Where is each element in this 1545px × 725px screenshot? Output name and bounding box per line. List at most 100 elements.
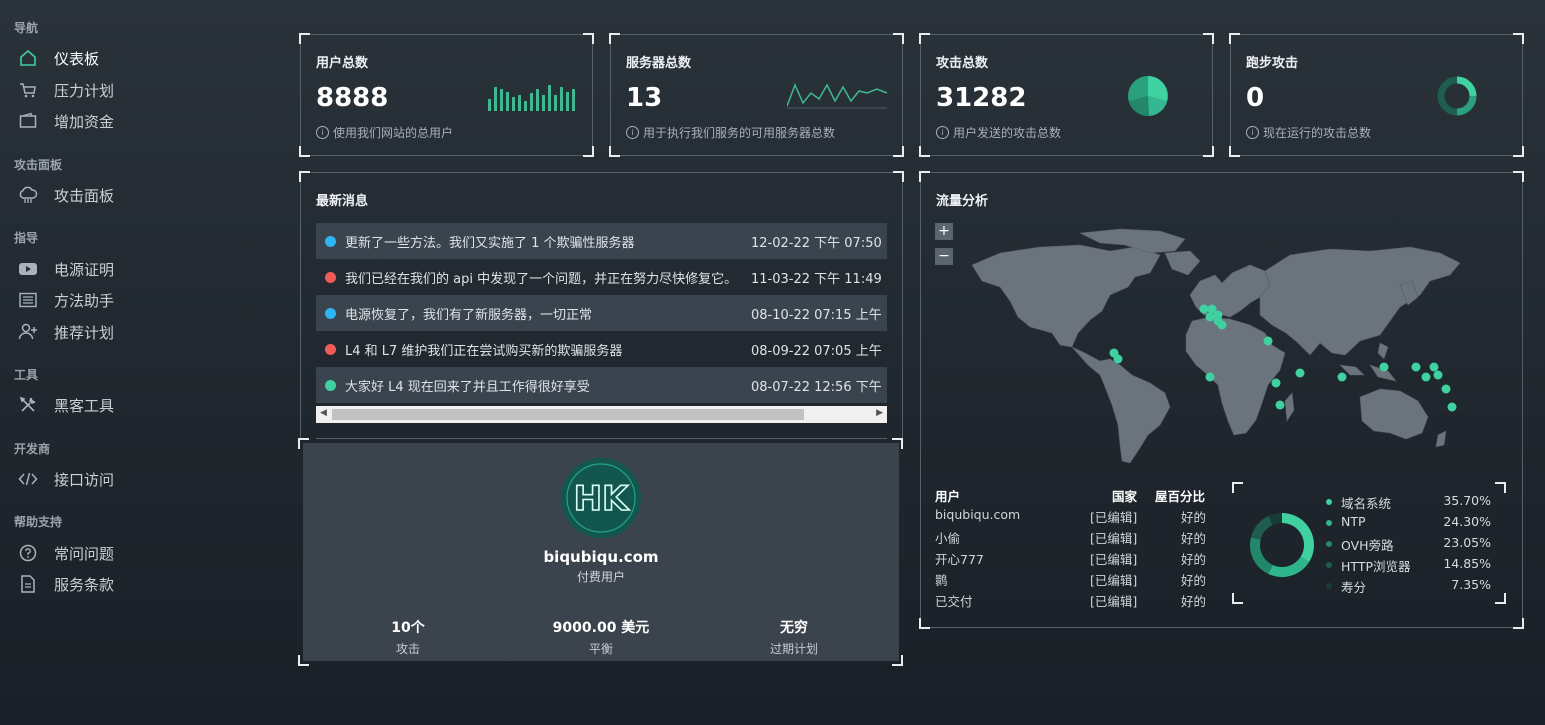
stat-title: 服务器总数	[626, 56, 692, 71]
sidebar-item-power-proof[interactable]: 电源证明	[14, 256, 274, 282]
legend-item: NTP 24.30%	[1326, 514, 1491, 534]
stat-card-running-attacks: 跑步攻击 0 i 现在运行的攻击总数	[1229, 33, 1524, 157]
sidebar-item-label: 仪表板	[54, 49, 100, 68]
zoom-in-button[interactable]: +	[935, 223, 953, 240]
scrollbar-thumb[interactable]	[332, 409, 804, 420]
news-item[interactable]: 我们已经在我们的 api 中发现了一个问题，并正在努力尽快修复它。 11-03-…	[316, 259, 887, 295]
scroll-left-icon[interactable]: ◀	[320, 408, 327, 418]
document-icon	[14, 574, 42, 594]
news-panel: 最新消息 更新了一些方法。我们又实施了 1 个欺骗性服务器 12-02-22 下…	[299, 171, 904, 439]
sidebar-section-title: 帮助支持	[14, 515, 63, 529]
sidebar-item-referral[interactable]: 推荐计划	[14, 319, 274, 345]
legend-item: HTTP浏览器 14.85%	[1326, 556, 1491, 576]
sidebar-section-title: 开发商	[14, 442, 51, 456]
sidebar-item-hacker-tools[interactable]: 黑客工具	[14, 392, 274, 418]
info-icon: i	[1246, 126, 1259, 139]
status-dot	[325, 379, 336, 391]
status-dot	[325, 307, 336, 319]
stat-card-attacks: 攻击总数 31282 i 用户发送的攻击总数	[919, 33, 1214, 157]
news-item[interactable]: 大家好 L4 现在回来了并且工作得很好享受 08-07-22 12:56 下午	[316, 367, 887, 403]
stat-description: i 使用我们网站的总用户	[316, 124, 453, 141]
donut-slice	[1268, 556, 1310, 577]
profile-name: biqubiqu.com	[543, 548, 659, 566]
news-item[interactable]: 更新了一些方法。我们又实施了 1 个欺骗性服务器 12-02-22 下午 07:…	[316, 223, 887, 259]
sidebar-section-title: 攻击面板	[14, 158, 63, 172]
profile-stat-expiry: 无穷 过期计划	[769, 620, 818, 656]
sidebar-item-attack-panel[interactable]: 攻击面板	[14, 182, 274, 208]
bar-sparkline-chart	[488, 85, 575, 111]
stat-description: i 用户发送的攻击总数	[936, 124, 1061, 141]
profile-type: 付费用户	[576, 570, 625, 584]
sidebar-item-label: 黑客工具	[54, 396, 115, 415]
scroll-right-icon[interactable]: ▶	[876, 408, 883, 418]
table-header: 用户 国家 屋百分比	[935, 489, 1206, 504]
profile-stat-balance: 9000.00 美元 平衡	[552, 620, 650, 656]
sidebar-item-method-helper[interactable]: 方法助手	[14, 287, 274, 313]
stat-title: 攻击总数	[936, 56, 989, 71]
stat-title: 跑步攻击	[1246, 56, 1299, 71]
wallet-icon	[14, 111, 42, 131]
stat-description: i 现在运行的攻击总数	[1246, 124, 1371, 141]
sidebar-section-title: 工具	[14, 368, 39, 382]
sidebar-item-label: 压力计划	[54, 81, 115, 100]
sidebar-item-add-funds[interactable]: 增加资金	[14, 108, 274, 134]
stat-value: 8888	[316, 83, 389, 113]
zoom-out-button[interactable]: −	[935, 248, 953, 265]
stat-title: 用户总数	[316, 56, 369, 71]
donut-slice	[1281, 513, 1314, 563]
sidebar-item-label: 攻击面板	[54, 186, 115, 205]
world-map[interactable]	[960, 225, 1470, 465]
donut-slice	[1268, 513, 1283, 526]
profile-stat-attacks: 10个 攻击	[391, 620, 425, 656]
sidebar-item-label: 推荐计划	[54, 323, 115, 342]
horizontal-scrollbar[interactable]: ◀ ▶	[316, 406, 887, 423]
sidebar-item-stress-plan[interactable]: 压力计划	[14, 77, 274, 103]
sidebar-item-api-access[interactable]: 接口访问	[14, 466, 274, 492]
status-dot	[325, 271, 336, 283]
news-item[interactable]: 电源恢复了，我们有了新服务器，一切正常 08-10-22 07:15 上午	[316, 295, 887, 331]
help-icon	[14, 543, 42, 563]
sidebar-section-title: 指导	[14, 231, 39, 245]
avatar: HK	[561, 458, 641, 538]
donut-slice	[1250, 516, 1273, 540]
user-plus-icon	[14, 322, 42, 342]
svg-text:HK: HK	[574, 479, 630, 519]
stat-value: 13	[626, 83, 663, 113]
sidebar-item-label: 增加资金	[54, 112, 115, 131]
info-icon: i	[316, 126, 329, 139]
list-icon	[14, 290, 42, 310]
sidebar-item-terms[interactable]: 服务条款	[14, 571, 274, 597]
news-title: 最新消息	[316, 194, 369, 209]
line-sparkline-chart	[787, 83, 888, 109]
home-icon	[14, 48, 42, 68]
sidebar: 导航 仪表板 压力计划 增加资金 攻击面板 攻击面板 指导 电源证明 方法助手 …	[0, 0, 290, 725]
sidebar-item-label: 常问问题	[54, 544, 115, 563]
table-row: 开心777 [已编辑] 好的	[935, 552, 1207, 567]
donut-slice	[1250, 537, 1273, 574]
stat-value: 0	[1246, 83, 1265, 113]
sidebar-item-label: 接口访问	[54, 470, 115, 489]
info-icon: i	[626, 126, 639, 139]
table-row: 已交付 [已编辑] 好的	[935, 594, 1207, 609]
news-item[interactable]: L4 和 L7 维护我们正在尝试购买新的欺骗服务器 08-09-22 07:05…	[316, 331, 887, 367]
stat-card-users: 用户总数 8888 i 使用我们网站的总用户	[299, 33, 594, 157]
sidebar-item-label: 方法助手	[54, 291, 115, 310]
tools-icon	[14, 395, 42, 415]
table-row: 小偷 [已编辑] 好的	[935, 531, 1207, 546]
sidebar-item-dashboard[interactable]: 仪表板	[14, 45, 274, 71]
sidebar-item-faq[interactable]: 常问问题	[14, 540, 274, 566]
stat-value: 31282	[936, 83, 1027, 113]
sidebar-section-title: 导航	[14, 21, 39, 35]
sidebar-item-label: 电源证明	[54, 260, 115, 279]
legend-item: 域名系统 35.70%	[1326, 493, 1491, 513]
table-row: biqubiqu.com [已编辑] 好的	[935, 507, 1207, 525]
youtube-icon	[14, 259, 42, 279]
legend-item: 寿分 7.35%	[1326, 577, 1491, 597]
traffic-title: 流量分析	[936, 194, 989, 209]
traffic-donut-chart	[1250, 513, 1314, 577]
cloud-icon	[14, 185, 42, 205]
status-dot	[325, 343, 336, 355]
cart-icon	[14, 80, 42, 100]
pie-chart	[1128, 76, 1168, 117]
table-row: 鹮 [已编辑] 好的	[935, 573, 1207, 588]
